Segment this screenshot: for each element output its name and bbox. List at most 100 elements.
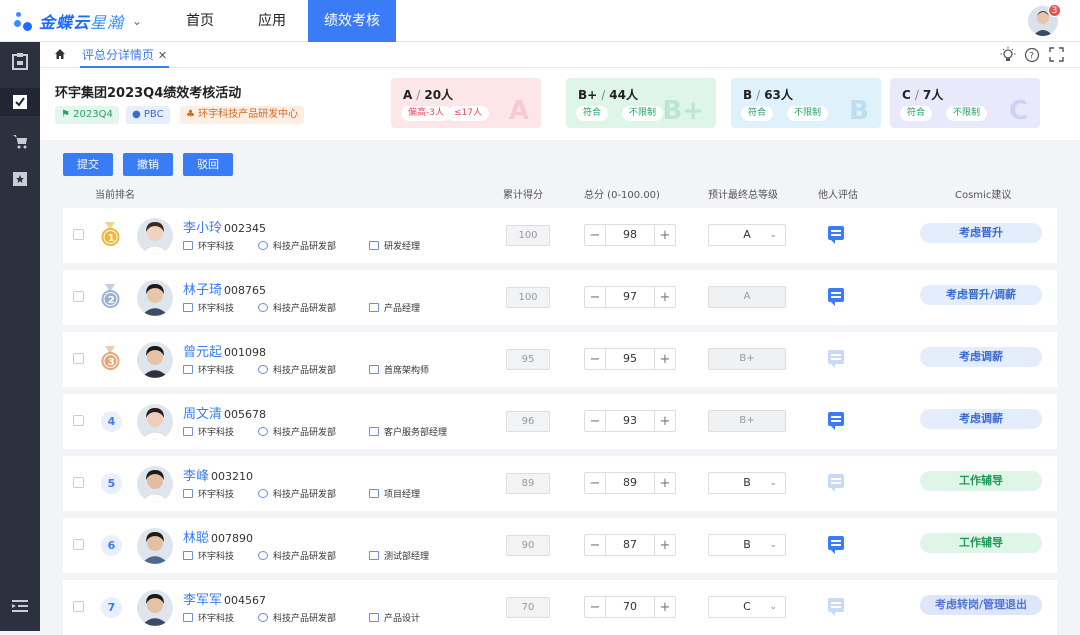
plus-button[interactable]: + [655,476,675,491]
row-checkbox[interactable] [73,353,84,364]
comment-icon[interactable] [828,536,844,554]
cosmic-suggestion[interactable]: 工作辅导 [920,533,1042,553]
minus-button[interactable]: − [585,538,605,553]
plus-button[interactable]: + [655,228,675,243]
score-input[interactable]: 98 [605,225,655,245]
employee-name[interactable]: 林子琦 008765 [183,279,266,298]
employee-name[interactable]: 曾元起 001098 [183,341,266,360]
score-input[interactable]: 97 [605,287,655,307]
comment-icon[interactable] [828,598,844,616]
cosmic-suggestion[interactable]: 考虑晋升 [920,223,1042,243]
revoke-button[interactable]: 撤销 [123,153,173,176]
tab-score-detail[interactable]: 评总分详情页 ✕ [80,42,170,68]
score-input[interactable]: 93 [605,411,655,431]
position-info: 客户服务部经理 [369,425,447,438]
grade-card-label: C/7人 [902,88,944,102]
plus-button[interactable]: + [655,352,675,367]
rank-number: 2 [108,295,115,306]
score-stepper[interactable]: −93 + [584,410,676,432]
minus-button[interactable]: − [585,290,605,305]
final-grade-select[interactable]: B ⌄ [708,472,786,494]
close-icon[interactable]: ✕ [158,49,167,62]
rank-number: 6 [101,535,122,556]
grade-card-watermark: A [508,96,529,126]
employee-id: 003210 [211,470,254,483]
bulb-icon[interactable] [1000,47,1016,66]
score-stepper[interactable]: −70 + [584,596,676,618]
clipboard-icon[interactable] [11,52,29,70]
score-input[interactable]: 70 [605,597,655,617]
final-grade-select[interactable]: A ⌄ [708,224,786,246]
plus-button[interactable]: + [655,600,675,615]
home-icon[interactable] [54,48,66,63]
grade-card-a[interactable]: A/20人 偏高-3人 ≤17人 A [391,78,541,128]
minus-button[interactable]: − [585,476,605,491]
score-input[interactable]: 89 [605,473,655,493]
row-checkbox[interactable] [73,539,84,550]
cosmic-suggestion[interactable]: 考虑晋升/调薪 [920,285,1042,305]
briefcase-icon [369,427,379,436]
org-tag: ♣ 环宇科技产品研发中心 [180,106,305,124]
comment-icon[interactable] [828,474,844,492]
fullscreen-icon[interactable] [1049,47,1064,65]
employee-id: 007890 [211,532,254,545]
employee-name[interactable]: 李峰 003210 [183,465,253,484]
grade-card-b[interactable]: B/63人 符合 不限制 B [731,78,881,128]
score-stepper[interactable]: −98 + [584,224,676,246]
rank-number: 7 [101,597,122,618]
star-bookmark-icon[interactable] [11,170,29,188]
final-grade-select[interactable]: C ⌄ [708,596,786,618]
minus-button[interactable]: − [585,600,605,615]
score-stepper[interactable]: −89 + [584,472,676,494]
row-checkbox[interactable] [73,291,84,302]
comment-icon[interactable] [828,350,844,368]
plus-button[interactable]: + [655,414,675,429]
grade-card-label: B/63人 [743,88,793,102]
row-checkbox[interactable] [73,601,84,612]
employee-name[interactable]: 林聪 007890 [183,527,253,546]
cosmic-suggestion[interactable]: 工作辅导 [920,471,1042,491]
score-stepper[interactable]: −97 + [584,286,676,308]
submit-button[interactable]: 提交 [63,153,113,176]
task-check-icon[interactable] [0,88,40,116]
grade-card-c[interactable]: C/7人 符合 不限制 C [890,78,1040,128]
chevron-down-icon[interactable]: ⌄ [132,14,142,28]
grade-card-label: A/20人 [403,88,454,102]
nav-home[interactable]: 首页 [164,0,236,42]
org-chart-icon [258,551,268,560]
plus-button[interactable]: + [655,538,675,553]
employee-name[interactable]: 周文清 005678 [183,403,266,422]
employee-name[interactable]: 李小玲 002345 [183,217,266,236]
score-input[interactable]: 95 [605,349,655,369]
employee-name[interactable]: 李军军 004567 [183,589,266,608]
collapse-menu-icon[interactable] [11,597,29,615]
minus-button[interactable]: − [585,414,605,429]
comment-icon[interactable] [828,226,844,244]
nav-apps[interactable]: 应用 [236,0,308,42]
plus-button[interactable]: + [655,290,675,305]
score-stepper[interactable]: −95 + [584,348,676,370]
cosmic-suggestion[interactable]: 考虑转岗/管理退出 [920,595,1042,615]
app-logo[interactable]: 金蝶云星瀚 ⌄ [14,9,164,33]
row-checkbox[interactable] [73,415,84,426]
comment-icon[interactable] [828,288,844,306]
cosmic-suggestion[interactable]: 考虑调薪 [920,409,1042,429]
grade-card-bplus[interactable]: B+/44人 符合 不限制 B+ [566,78,716,128]
reject-button[interactable]: 驳回 [183,153,233,176]
row-checkbox[interactable] [73,477,84,488]
cosmic-suggestion[interactable]: 考虑调薪 [920,347,1042,367]
minus-button[interactable]: − [585,228,605,243]
nav-performance[interactable]: 绩效考核 [308,0,396,42]
score-stepper[interactable]: −87 + [584,534,676,556]
employee-id: 004567 [224,594,267,607]
position-info: 项目经理 [369,487,420,500]
final-grade-select[interactable]: B ⌄ [708,534,786,556]
minus-button[interactable]: − [585,352,605,367]
help-icon[interactable]: ? [1024,47,1040,66]
grade-card-limit: 不限制 [787,106,829,121]
score-input[interactable]: 87 [605,535,655,555]
cart-icon[interactable] [11,132,29,150]
row-checkbox[interactable] [73,229,84,240]
chevron-down-icon: ⌄ [769,478,777,488]
comment-icon[interactable] [828,412,844,430]
